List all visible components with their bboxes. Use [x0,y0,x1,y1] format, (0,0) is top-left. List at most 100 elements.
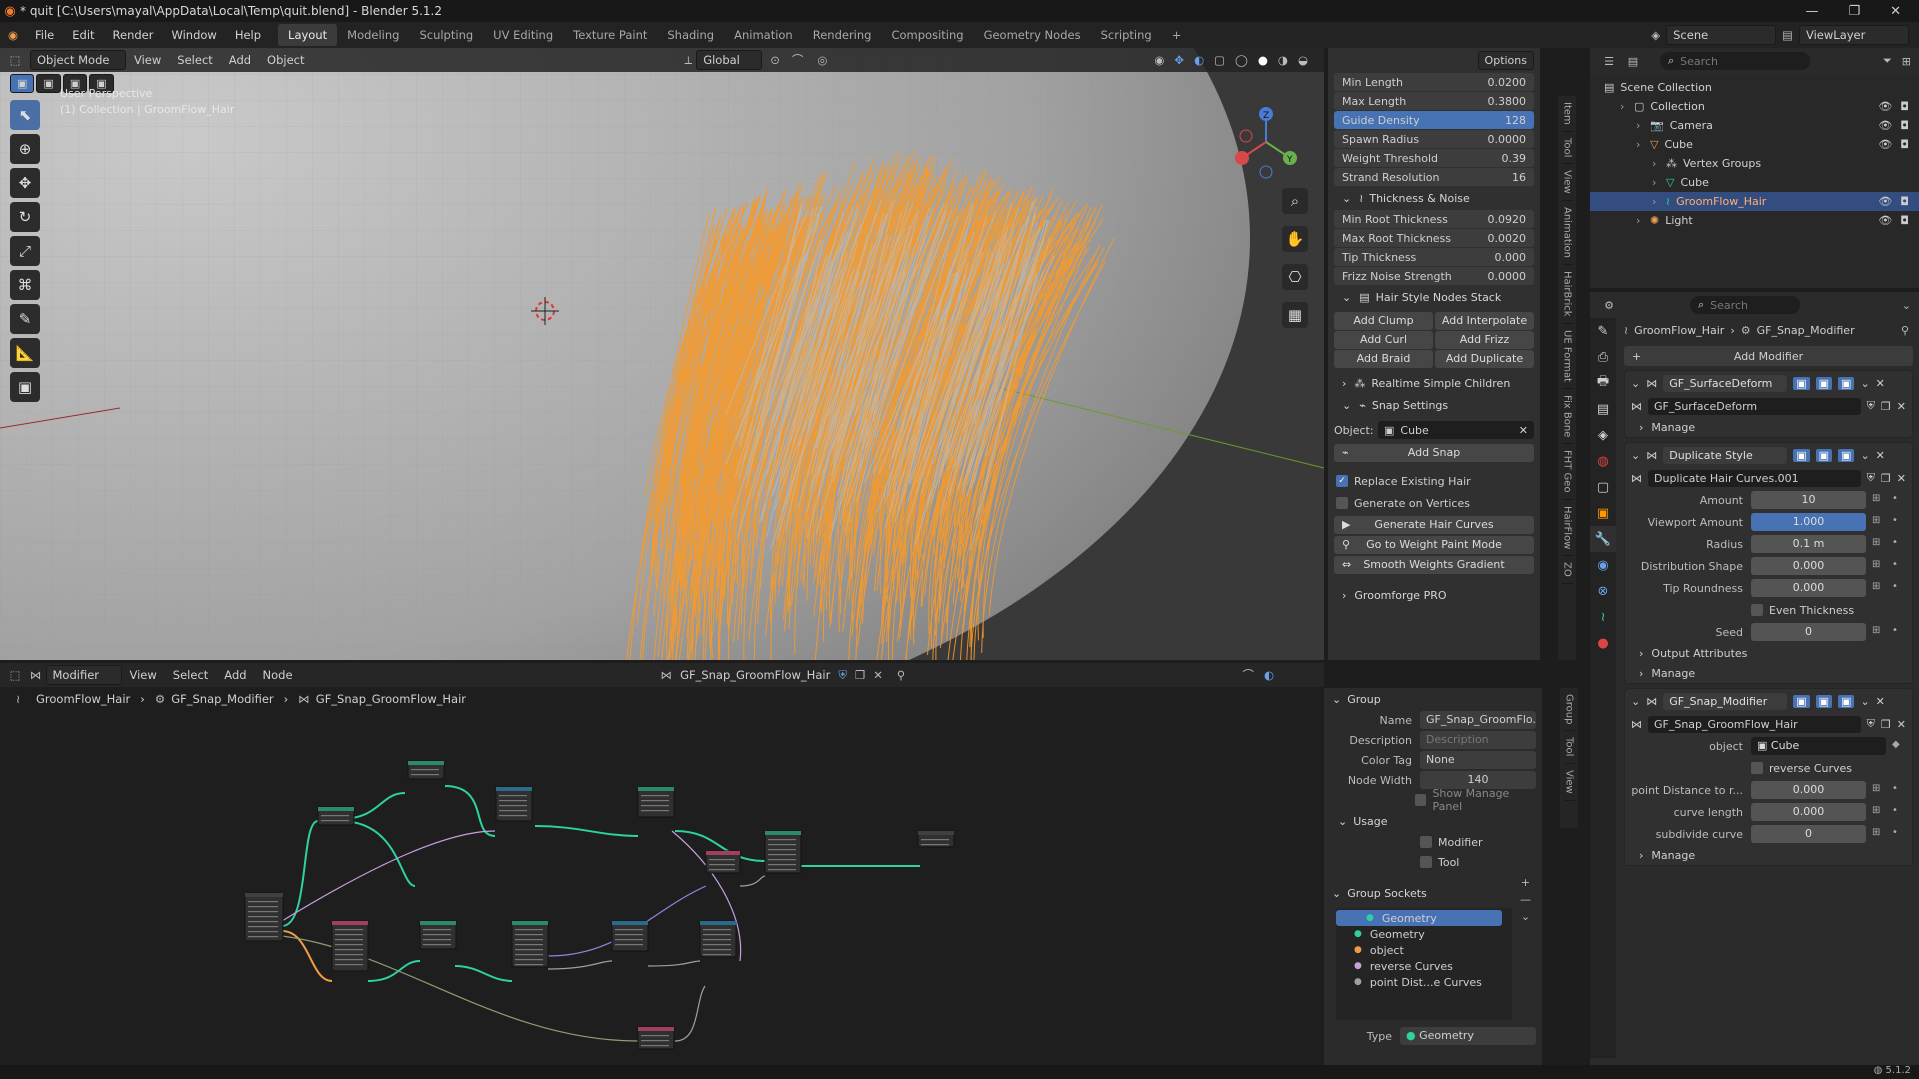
eye-icon[interactable]: 👁 [1878,195,1892,208]
n-panel-tab[interactable]: Animation [1561,201,1573,265]
collapse-icon[interactable]: ⌄ [1631,377,1640,390]
checkbox-unchecked-icon[interactable] [1751,762,1763,774]
duplicate-icon[interactable]: ❐ [1881,472,1891,485]
n-panel-tab[interactable]: Fix Bone [1561,389,1573,444]
cursor-tool-icon[interactable]: ⊕ [10,134,40,164]
modifier-name-field[interactable]: GF_Snap_Modifier [1663,692,1788,710]
overlay-toggle-icon[interactable]: ◐ [1194,53,1204,67]
camera-render-icon[interactable]: ◘ [1900,100,1909,113]
outliner-row[interactable]: › ⁂ Vertex Groups [1590,154,1919,173]
socket-item[interactable]: ● reverse Curves [1336,958,1512,974]
color-tag-select[interactable]: None [1420,751,1536,769]
subpanel-label[interactable]: Manage [1651,667,1695,680]
attribute-toggle-icon[interactable]: ⊞ [1872,559,1886,573]
new-collection-icon[interactable]: ⊞ [1902,55,1911,68]
menu-view[interactable]: View [122,668,165,682]
render-display-icon[interactable]: ▣ [1838,448,1855,462]
add-workspace-button[interactable]: + [1162,24,1192,46]
camera-view-icon[interactable]: ⎔ [1282,264,1308,290]
n-panel-tab[interactable]: HairBrick [1561,265,1573,324]
geometry-nodes-icon[interactable]: ⋈ [30,668,42,682]
editor-type-icon[interactable]: ⬚ [0,53,30,67]
show-manage-checkbox[interactable]: Show Manage Panel [1330,787,1536,813]
edit-mode-icon[interactable]: ▣ [1793,448,1810,462]
scene-tab-icon[interactable]: ◈ [1590,422,1616,448]
keyframe-icon[interactable]: • [1892,581,1906,595]
3d-viewport[interactable]: ⬚ Object Mode View Select Add Object ⟂ G… [0,48,1324,660]
unlink-icon[interactable]: ✕ [1897,400,1906,413]
workspace-tab-layout[interactable]: Layout [278,24,338,46]
graph-node[interactable] [637,1026,675,1050]
graph-node[interactable] [611,920,649,952]
input-value[interactable]: 10 [1751,491,1866,509]
input-value[interactable]: 0 [1751,825,1866,843]
modifier-name-field[interactable]: Duplicate Style [1663,446,1788,464]
viewport-display-icon[interactable]: ▣ [1815,448,1833,462]
modifier-input-row[interactable]: Viewport Amount 1.000 ⊞ • [1631,511,1906,533]
workspace-tab-texture-paint[interactable]: Texture Paint [563,24,657,46]
socket-item[interactable]: ● object [1336,942,1512,958]
orientation-selector[interactable]: Global [696,50,763,70]
hair-param-field[interactable]: Min Length 0.0200 [1334,73,1534,91]
eye-icon[interactable]: 👁 [1878,138,1892,151]
attribute-toggle-icon[interactable]: ⊞ [1872,493,1886,507]
unlink-icon[interactable]: ✕ [1897,472,1906,485]
duplicate-icon[interactable]: ❐ [1881,400,1891,413]
rendered-shading-icon[interactable]: ◒ [1298,53,1308,67]
workspace-tab-compositing[interactable]: Compositing [881,24,973,46]
camera-render-icon[interactable]: ◘ [1900,119,1909,132]
menu-render[interactable]: Render [104,28,163,42]
modifier-input-row[interactable]: Distribution Shape 0.000 ⊞ • [1631,555,1906,577]
thickness-noise-section[interactable]: ⌄ ≀ Thickness & Noise [1328,187,1540,209]
socket-type-select[interactable]: ● Geometry [1400,1027,1536,1045]
menu-view[interactable]: View [126,53,169,67]
graph-node[interactable] [764,830,802,874]
menu-add[interactable]: Add [216,668,254,682]
xray-icon[interactable]: ▢ [1214,53,1225,67]
select-new-icon[interactable]: ▣ [10,74,35,93]
add-frizz-button[interactable]: Add Frizz [1435,331,1534,349]
pan-hand-icon[interactable]: ✋ [1282,226,1308,252]
remove-modifier-icon[interactable]: ✕ [1876,695,1885,708]
keyframe-icon[interactable]: ◆ [1892,739,1906,753]
thickness-param-field[interactable]: Max Root Thickness 0.0020 [1334,229,1534,247]
generate-hair-curves-button[interactable]: ▶ Generate Hair Curves [1334,516,1534,534]
scene-selector[interactable]: Scene [1666,25,1777,45]
collapse-icon[interactable]: ⌄ [1631,695,1640,708]
modifier-input-row[interactable]: Amount 10 ⊞ • [1631,489,1906,511]
breadcrumb-object[interactable]: GroomFlow_Hair [36,692,130,706]
n-panel-tab[interactable]: HairFlow [1561,500,1573,556]
close-window-icon[interactable]: ✕ [1890,4,1901,19]
modifier-input-row[interactable]: Even Thickness [1631,599,1906,621]
expand-icon[interactable]: › [1636,214,1650,227]
thickness-param-field[interactable]: Tip Thickness 0.000 [1334,248,1534,266]
outliner-row[interactable]: › ≀ GroomFlow_Hair 👁 ◘ [1590,192,1919,211]
hair-param-field[interactable]: Strand Resolution 16 [1334,168,1534,186]
dropdown-icon[interactable]: ⌄ [1860,449,1869,462]
breadcrumb-modifier[interactable]: GF_Snap_Modifier [171,692,273,706]
select-extend-icon[interactable]: ▣ [36,74,61,93]
remove-modifier-icon[interactable]: ✕ [1876,377,1885,390]
gizmo-neg-x[interactable] [1239,129,1253,143]
duplicate-icon[interactable]: ❐ [855,668,865,682]
gizmo-toggle-icon[interactable]: ✥ [1174,53,1184,67]
viewport-display-icon[interactable]: ▣ [1815,376,1833,390]
snapping-icon[interactable]: ⌒ [1242,667,1254,683]
workspace-tab-uv-editing[interactable]: UV Editing [483,24,563,46]
input-value[interactable]: 0.1 m [1751,535,1866,553]
attribute-toggle-icon[interactable]: ⊞ [1872,537,1886,551]
zoom-icon[interactable]: ⌕ [1282,188,1308,214]
eye-icon[interactable]: 👁 [1878,119,1892,132]
edit-mode-icon[interactable]: ▣ [1793,376,1810,390]
breadcrumb-node-group[interactable]: GF_Snap_GroomFlow_Hair [316,692,466,706]
clear-icon[interactable]: ✕ [1519,424,1528,437]
modifier-input-row[interactable]: point Distance to r... 0.000 ⊞ • [1631,779,1906,801]
add-interpolate-button[interactable]: Add Interpolate [1435,312,1534,330]
generate-on-vertices-checkbox[interactable]: Generate on Vertices [1336,494,1532,512]
input-value[interactable]: 0.000 [1751,781,1866,799]
data-tab-icon[interactable]: ≀ [1590,604,1616,630]
options-button[interactable]: Options [1477,50,1534,70]
n-panel-tab[interactable]: Item [1561,96,1573,132]
remove-modifier-icon[interactable]: ✕ [1876,449,1885,462]
menu-help[interactable]: Help [226,28,270,42]
